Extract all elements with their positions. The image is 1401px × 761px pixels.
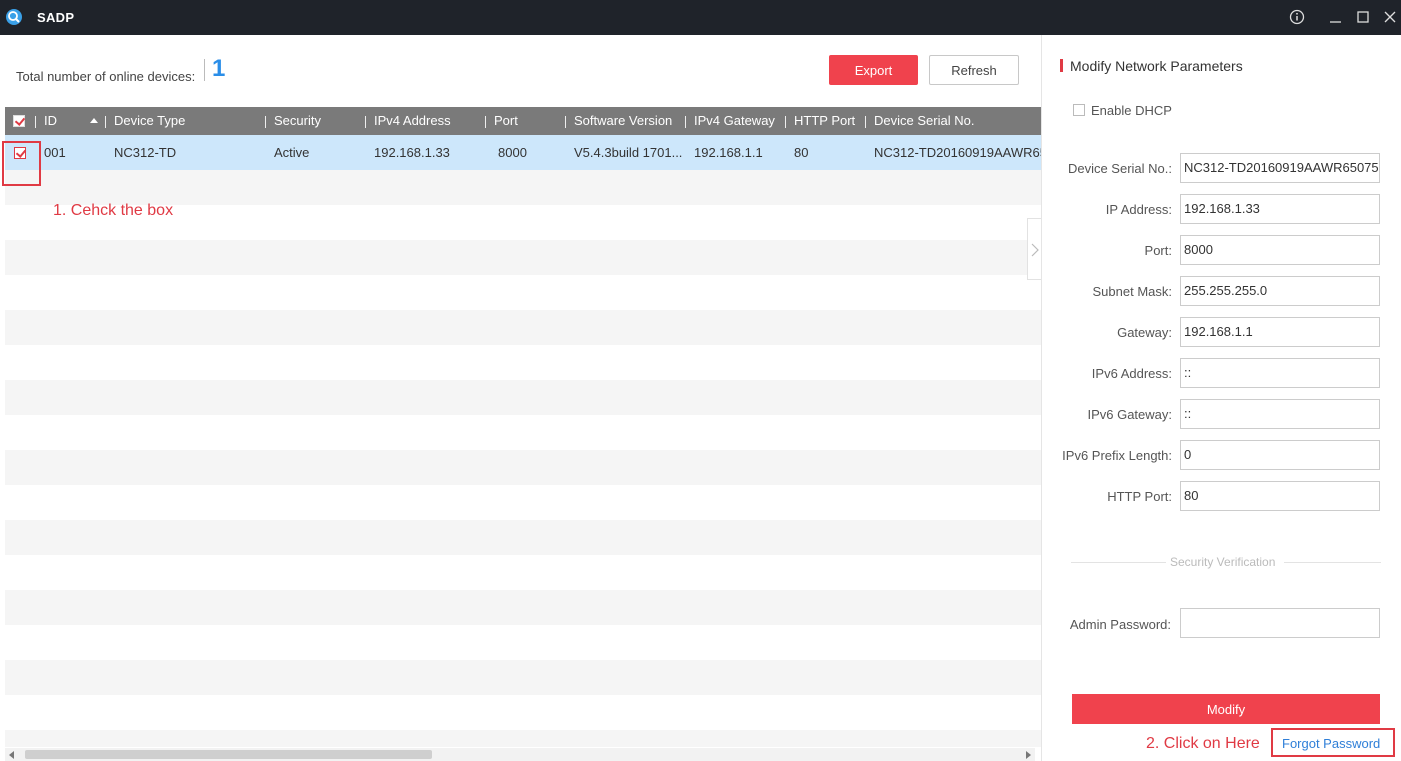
serial-field[interactable]: NC312-TD20160919AAWR650755502 [1180,153,1380,183]
table-row-empty [5,310,1041,345]
ipv6-address-label: IPv6 Address: [1091,366,1172,381]
online-devices-label: Total number of online devices: [16,69,196,84]
sadp-logo-icon [5,8,23,26]
maximize-icon[interactable] [1355,9,1373,27]
modify-network-panel: Modify Network Parameters Enable DHCP De… [1041,35,1401,761]
sort-ascending-icon[interactable] [90,118,98,123]
annotation-step1: 1. Cehck the box [53,202,174,219]
forgot-password-link[interactable]: Forgot Password [1282,736,1380,751]
enable-dhcp-checkbox[interactable] [1073,104,1085,116]
cell-software-version: V5.4.3build 1701... [574,145,683,160]
ipv6-prefix-field[interactable]: 0 [1180,440,1380,470]
ip-address-label: IP Address: [1105,202,1172,217]
table-row-empty [5,590,1041,625]
divider [204,59,205,81]
title-accent [1060,59,1063,72]
column-header-port[interactable]: Port [485,107,518,135]
cell-device-serial: NC312-TD20160919AAWR650755502 [874,145,1041,160]
gateway-field[interactable]: 192.168.1.1 [1180,317,1380,347]
column-header-id[interactable]: ID [35,107,57,135]
column-header-ipv4-address[interactable]: IPv4 Address [365,107,451,135]
column-header-software-version[interactable]: Software Version [565,107,672,135]
table-row-empty [5,660,1041,695]
subnet-mask-label: Subnet Mask: [1092,284,1173,299]
scroll-left-icon[interactable] [9,751,14,759]
ipv6-gateway-label: IPv6 Gateway: [1087,407,1172,422]
column-header-device-type[interactable]: Device Type [105,107,185,135]
column-header-http-port[interactable]: HTTP Port [785,107,855,135]
cell-ipv4-gateway: 192.168.1.1 [694,145,763,160]
info-icon[interactable] [1288,9,1306,27]
table-row-empty [5,380,1041,415]
security-verification-title: Security Verification [1170,555,1276,569]
http-port-label: HTTP Port: [1107,489,1172,504]
port-field[interactable]: 8000 [1180,235,1380,265]
modify-button[interactable]: Modify [1072,694,1380,724]
refresh-button[interactable]: Refresh [929,55,1019,85]
divider [1284,562,1381,563]
scroll-right-icon[interactable] [1026,751,1031,759]
table-row-empty [5,520,1041,555]
export-button[interactable]: Export [829,55,918,85]
table-header: ID Device Type Security IPv4 Address Por… [5,107,1041,135]
close-icon[interactable] [1382,9,1400,27]
cell-security: Active [274,145,310,160]
ipv6-prefix-label: IPv6 Prefix Length: [1062,448,1172,463]
cell-http-port: 80 [794,145,809,160]
column-header-ipv4-gateway[interactable]: IPv4 Gateway [685,107,775,135]
app-title: SADP [37,10,75,25]
collapse-panel-toggle[interactable] [1027,218,1041,280]
ipv6-gateway-field[interactable]: :: [1180,399,1380,429]
select-all-checkbox[interactable] [13,115,25,127]
annotation-step2: 2. Click on Here [1146,735,1260,752]
cell-ipv4-address: 192.168.1.33 [374,145,450,160]
annotation-highlight-checkbox [2,141,41,186]
serial-label: Device Serial No.: [1067,161,1172,176]
panel-title: Modify Network Parameters [1070,58,1243,74]
column-header-device-serial[interactable]: Device Serial No. [865,107,974,135]
subnet-mask-field[interactable]: 255.255.255.0 [1180,276,1380,306]
gateway-label: Gateway: [1117,325,1172,340]
table-row-empty [5,170,1041,205]
minimize-icon[interactable] [1327,9,1345,27]
table-row-empty [5,240,1041,275]
admin-password-field[interactable] [1180,608,1380,638]
ip-address-field[interactable]: 192.168.1.33 [1180,194,1380,224]
title-bar: SADP [0,0,1401,35]
cell-id: 001 [44,145,66,160]
scrollbar-thumb[interactable] [25,750,432,759]
online-devices-count: 1 [212,55,226,82]
divider [1071,562,1166,563]
http-port-field[interactable]: 80 [1180,481,1380,511]
table-row-empty [5,450,1041,485]
port-label: Port: [1144,243,1172,258]
cell-device-type: NC312-TD [114,145,177,160]
enable-dhcp-label: Enable DHCP [1091,103,1172,118]
table-row-selected[interactable]: 001 NC312-TD Active 192.168.1.33 8000 V5… [5,135,1041,170]
horizontal-scrollbar[interactable] [5,748,1035,761]
ipv6-address-field[interactable]: :: [1180,358,1380,388]
table-row-empty [5,730,1041,747]
admin-password-label: Admin Password: [1069,617,1171,632]
cell-port: 8000 [498,145,527,160]
device-list-panel: Total number of online devices: 1 Export… [0,35,1041,761]
chevron-right-icon [1031,243,1039,257]
column-header-security[interactable]: Security [265,107,321,135]
